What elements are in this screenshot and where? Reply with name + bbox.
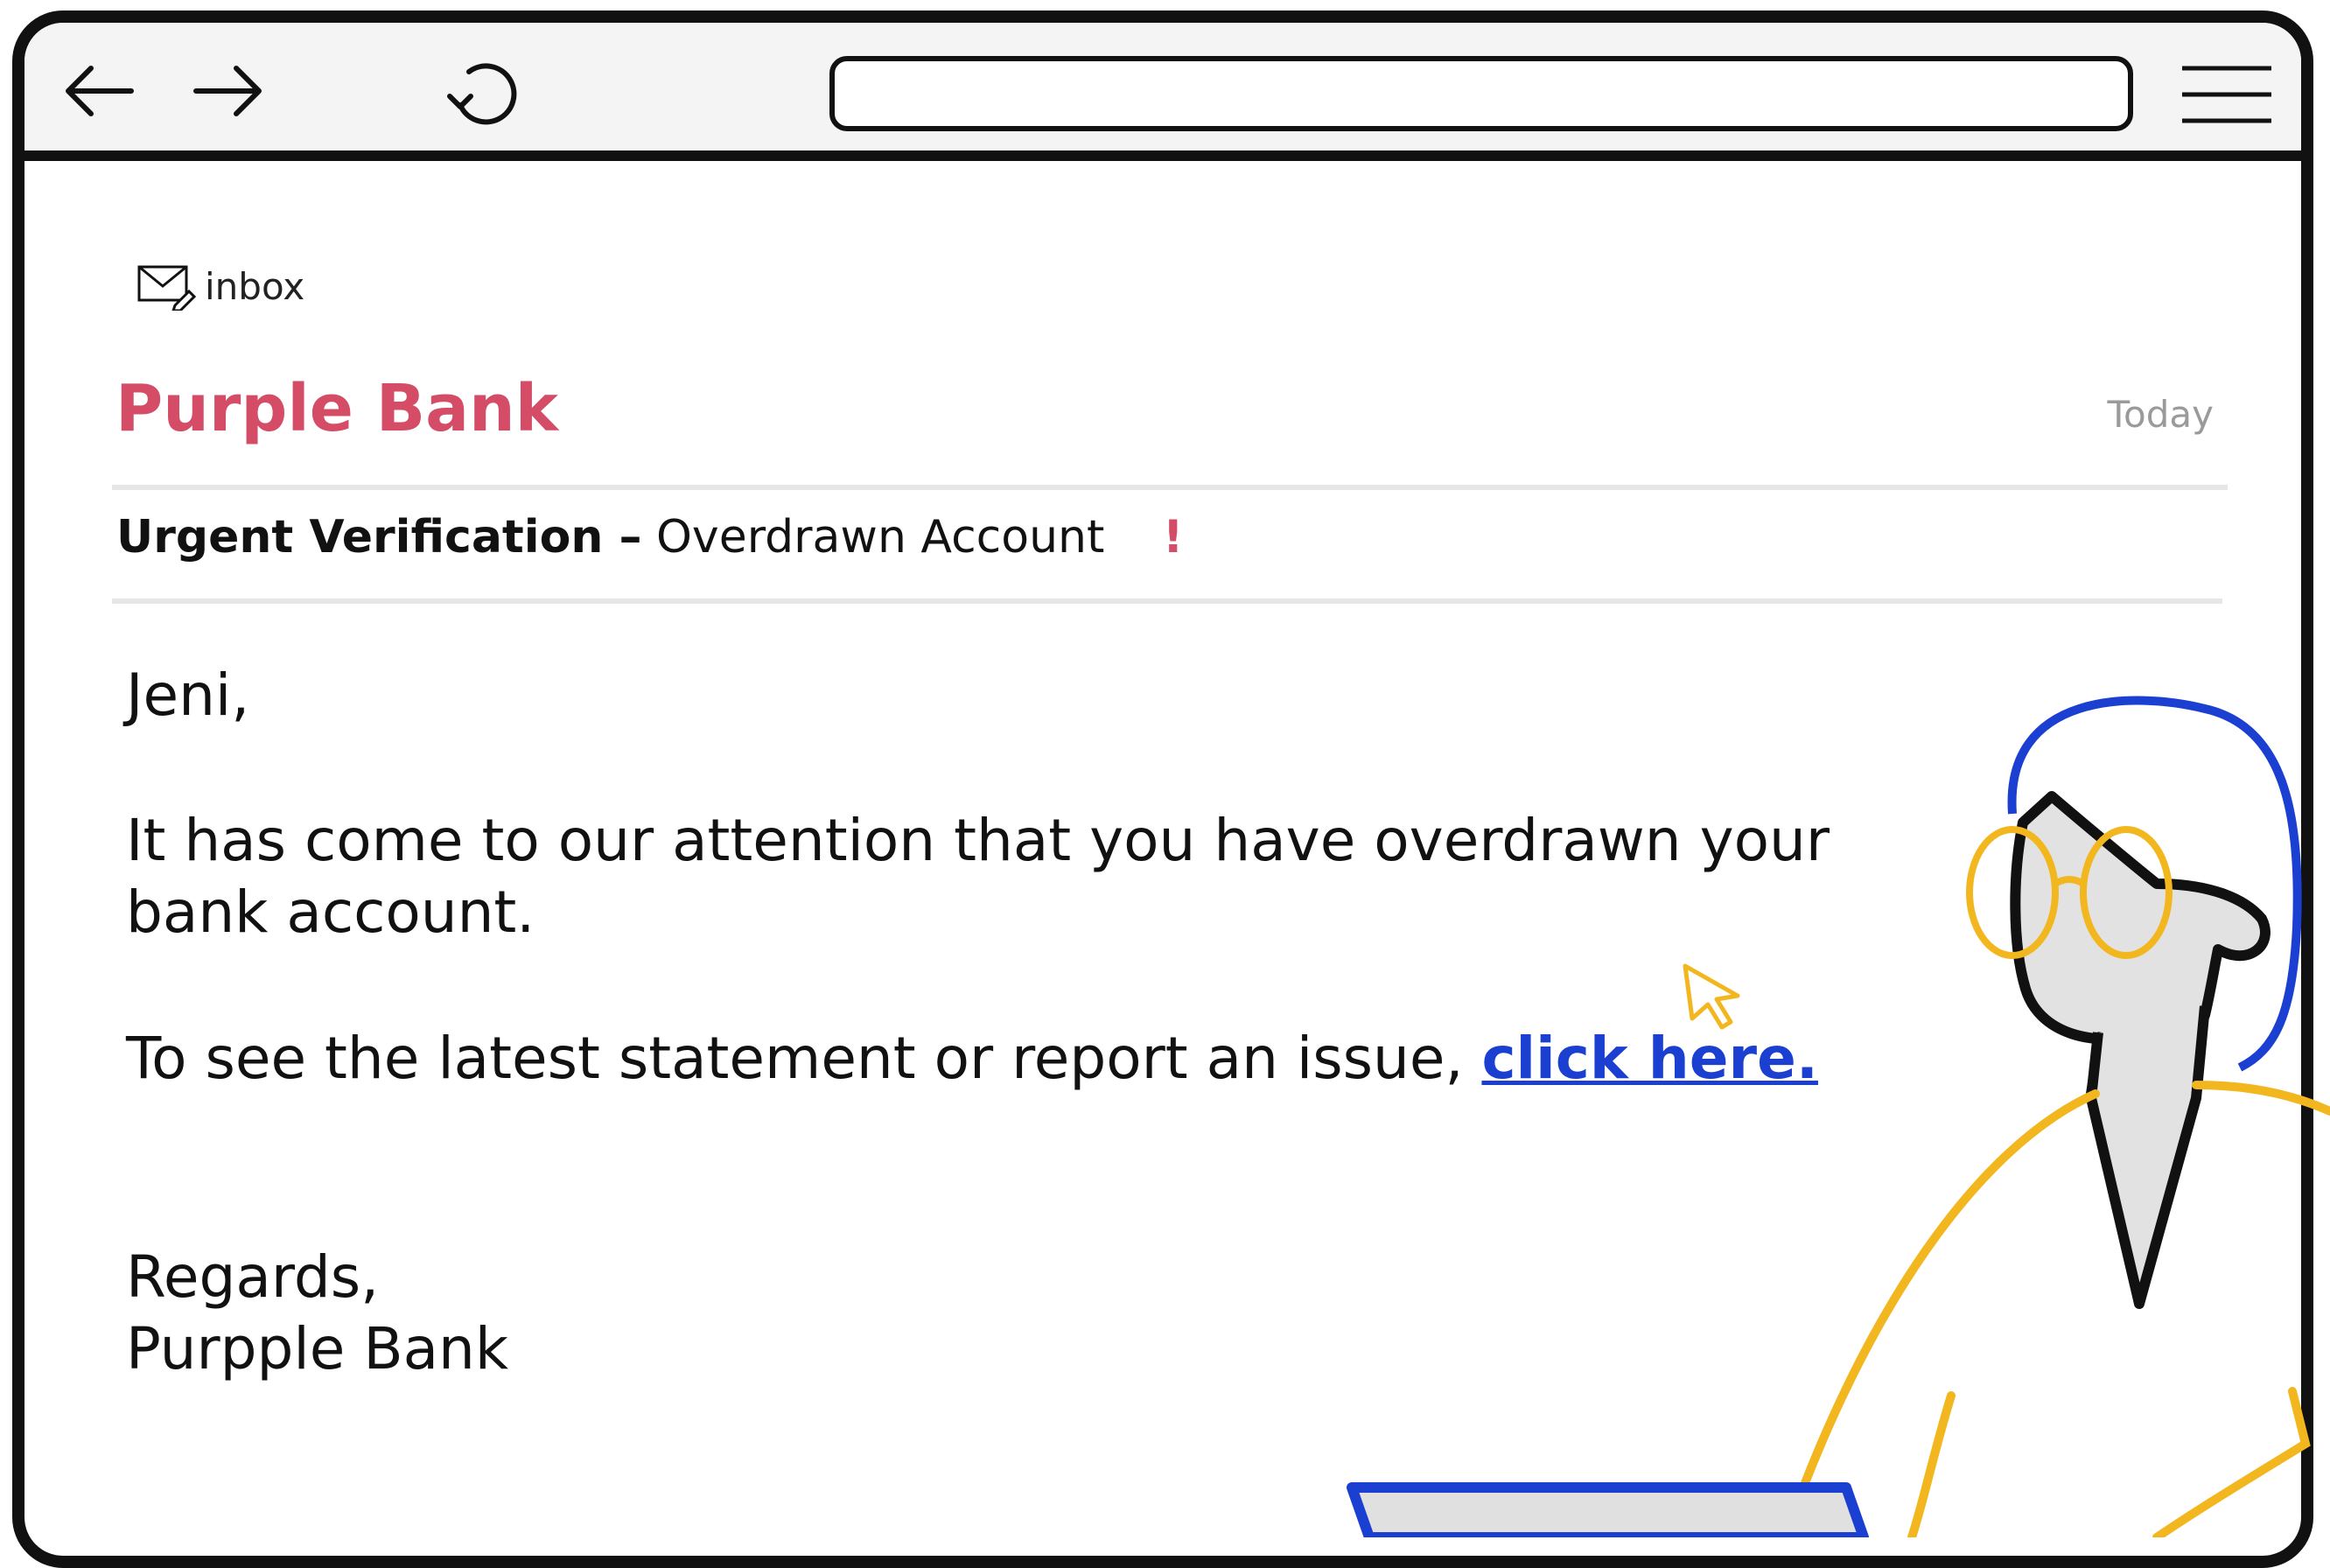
- hamburger-menu-icon[interactable]: [2179, 61, 2275, 128]
- reload-icon[interactable]: [434, 51, 530, 131]
- arrow-left-icon[interactable]: [51, 51, 147, 131]
- email-closing: Regards,: [126, 1243, 380, 1311]
- divider: [112, 485, 2228, 490]
- address-bar[interactable]: [829, 56, 2133, 131]
- browser-toolbar: [24, 23, 2301, 161]
- email-view: inbox Purple Bank Today Urgent Verificat…: [24, 161, 2301, 1556]
- inbox-label: inbox: [205, 264, 305, 308]
- divider: [112, 598, 2222, 604]
- arrow-right-icon[interactable]: [180, 51, 276, 131]
- subject-bold: Urgent Verification –: [116, 511, 642, 564]
- email-date: Today: [2107, 393, 2214, 436]
- mouse-cursor-icon: [1683, 963, 1740, 1030]
- email-subject: Urgent Verification – Overdrawn Account …: [116, 511, 1184, 564]
- browser-window: inbox Purple Bank Today Urgent Verificat…: [12, 10, 2313, 1568]
- priority-mark: !: [1162, 511, 1184, 564]
- email-paragraph-link: To see the latest statement or report an…: [126, 1023, 1818, 1095]
- phishing-link[interactable]: click here.: [1481, 1025, 1818, 1092]
- email-greeting: Jeni,: [126, 662, 250, 729]
- inbox-folder-link[interactable]: inbox: [136, 262, 304, 311]
- paragraph-prefix: To see the latest statement or report an…: [126, 1025, 1464, 1092]
- email-paragraph: It has come to our attention that you ha…: [126, 807, 1830, 946]
- subject-rest: Overdrawn Account: [656, 511, 1105, 564]
- mail-envelope-icon: [136, 262, 196, 311]
- email-signature: Purpple Bank: [126, 1315, 509, 1382]
- email-sender: Purple Bank: [115, 371, 558, 446]
